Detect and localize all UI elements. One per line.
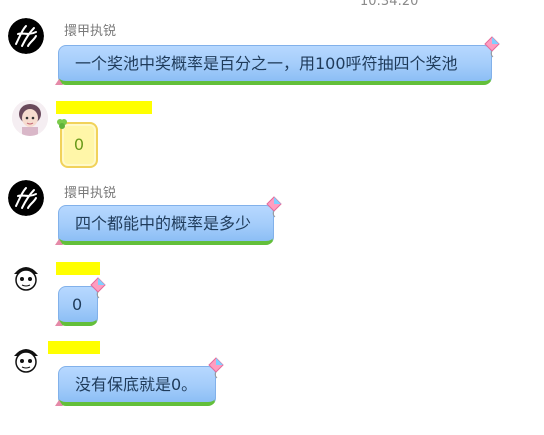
message-bubble[interactable]: 没有保底就是0。 xyxy=(55,357,224,406)
calligraphy-avatar-icon[interactable] xyxy=(8,180,44,216)
message-bubble[interactable]: 一个奖池中奖概率是百分之一，用100呼符抽四个奖池 xyxy=(55,36,500,85)
message-text: 0 xyxy=(73,135,85,154)
kite-icon xyxy=(266,196,282,218)
message-text: 没有保底就是0。 xyxy=(75,375,198,394)
calligraphy-avatar-icon[interactable] xyxy=(8,18,44,54)
sender-name-redacted xyxy=(56,262,100,275)
message-text: 一个奖池中奖概率是百分之一，用100呼符抽四个奖池 xyxy=(75,54,458,73)
dice-result-bubble[interactable]: 0 xyxy=(57,119,98,168)
kite-icon xyxy=(90,277,106,299)
sender-name: 擐甲执锐 xyxy=(64,186,117,201)
message-text: 0 xyxy=(72,295,83,314)
sender-name: 擐甲执锐 xyxy=(64,24,117,39)
ghost-avatar-icon[interactable] xyxy=(8,258,44,294)
ghost-avatar-icon[interactable] xyxy=(8,340,44,376)
girl-avatar-icon[interactable] xyxy=(12,100,48,136)
corner-deco-icon xyxy=(55,320,63,326)
clover-icon xyxy=(57,119,67,129)
message-bubble[interactable]: 四个都能中的概率是多少 xyxy=(55,196,282,245)
corner-deco-icon xyxy=(55,79,63,85)
corner-deco-icon xyxy=(55,239,63,245)
timestamp: 10:34:20 xyxy=(360,0,419,9)
sender-name-redacted xyxy=(48,341,100,354)
message-bubble[interactable]: 0 xyxy=(55,277,106,326)
message-text: 四个都能中的概率是多少 xyxy=(75,214,252,233)
sender-name-redacted xyxy=(56,101,152,114)
kite-icon xyxy=(484,36,500,58)
kite-icon xyxy=(208,357,224,379)
corner-deco-icon xyxy=(55,400,63,406)
